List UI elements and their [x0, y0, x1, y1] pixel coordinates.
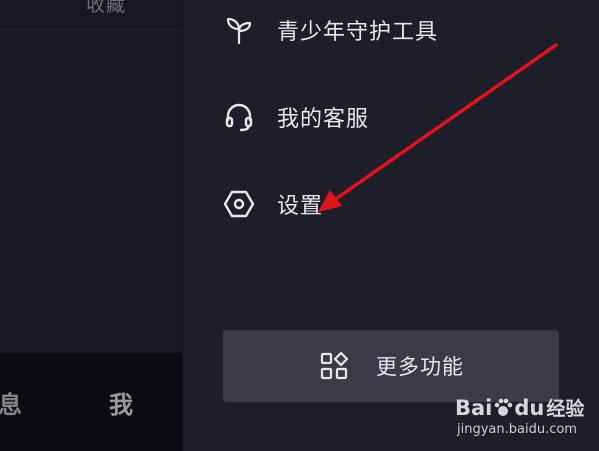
menu-item-label: 设置	[277, 194, 324, 219]
headset-icon	[223, 101, 255, 133]
paw-icon	[492, 398, 514, 418]
divider	[0, 30, 183, 31]
watermark-url: jingyan.baidu.com	[457, 422, 577, 437]
collections-label: 收藏	[86, 0, 127, 16]
grid-apps-icon	[318, 350, 350, 382]
menu-item-label: 青少年守护工具	[277, 20, 439, 45]
menu-item-customer-service[interactable]: 我的客服	[223, 95, 369, 139]
watermark-logo: Bai du 经验	[455, 394, 584, 421]
sprout-icon	[223, 14, 255, 46]
menu-item-label: 我的客服	[277, 107, 370, 132]
tab-messages[interactable]: 息	[0, 385, 22, 420]
tab-me[interactable]: 我	[109, 385, 133, 420]
watermark-logo-suffix: du	[514, 396, 545, 420]
menu-item-settings[interactable]: 设置	[223, 182, 323, 226]
baidu-jingyan-watermark: Bai du 经验 jingyan.baidu.com	[455, 384, 595, 444]
menu-item-youth-protection[interactable]: 青少年守护工具	[223, 8, 438, 52]
watermark-logo-cn: 经验	[546, 398, 585, 420]
bottom-tab-bar	[0, 353, 183, 451]
settings-hexagon-icon	[223, 188, 255, 220]
more-features-label: 更多功能	[376, 355, 464, 379]
background-screen: 收藏 息 我	[0, 0, 183, 451]
watermark-logo-text: Bai	[455, 396, 493, 420]
